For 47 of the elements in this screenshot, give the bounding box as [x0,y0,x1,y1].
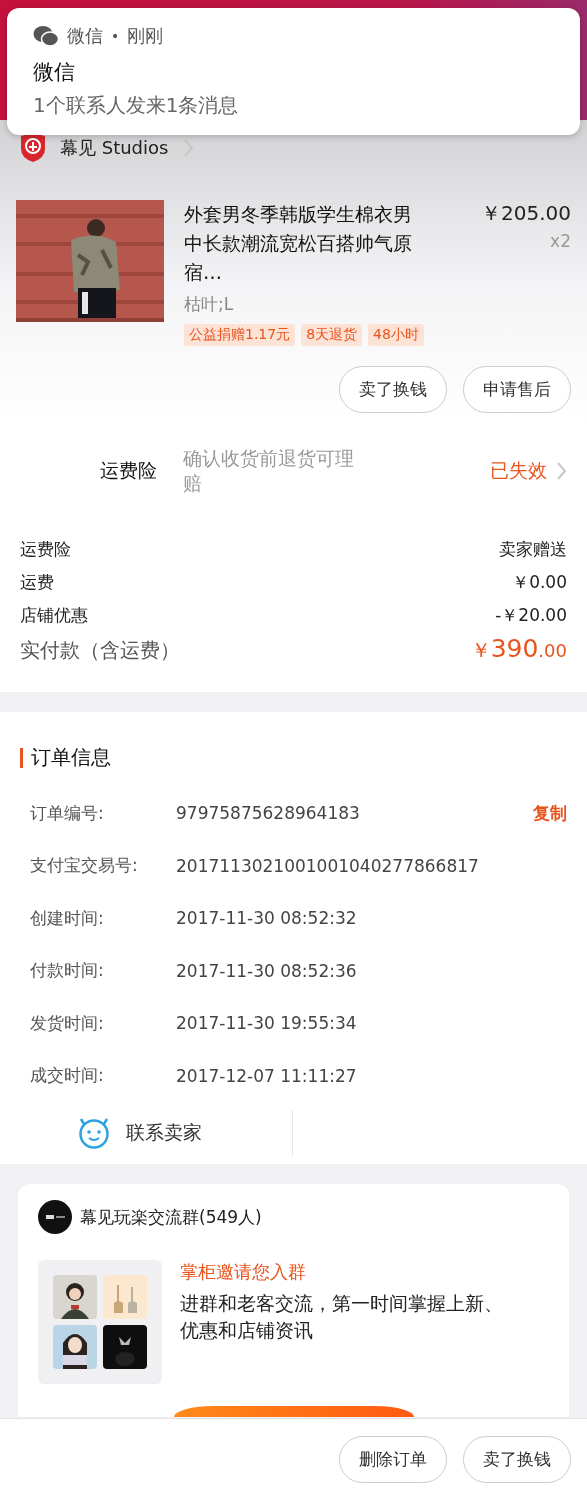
info-label: 订单编号: [30,801,105,825]
info-label: 成交时间: [30,1064,105,1088]
info-label: 付款时间: [30,959,105,983]
notification-time: 刚刚 [127,24,164,48]
fee-value: 卖家赠送 [499,538,567,561]
service-tag: 公益捐赠1.17元 [184,324,296,346]
info-label: 创建时间: [30,906,105,930]
action-button[interactable]: 删除订单 [339,1436,447,1483]
group-name[interactable]: 幕见玩楽交流群(549人) [80,1205,262,1229]
info-value: 2017-11-30 08:52:36 [176,960,357,981]
invite-description: 进群和老客交流，第一时间掌握上新、优惠和店铺资讯 [180,1291,504,1343]
fee-value: -￥20.00 [495,604,567,627]
service-tag: 48小时 [368,324,424,346]
separator-dot: • [111,28,120,44]
notification-app-name: 微信 [67,24,103,48]
info-value: 2017-12-07 11:11:27 [176,1065,357,1086]
insurance-label: 运费险 [100,458,158,483]
total-label: 实付款（含运费） [20,637,180,664]
insurance-description: 确认收货前退货可理赔 [183,446,355,496]
info-value: 2017-11-30 19:55:34 [176,1013,357,1034]
fee-label: 店铺优惠 [20,604,88,627]
insurance-status[interactable]: 已失效 [490,458,547,484]
info-label: 支付宝交易号: [30,854,139,878]
section-title: 订单信息 [31,744,111,771]
notification-message: 1个联系人发来1条消息 [33,92,240,119]
fee-label: 运费 [20,571,54,594]
action-button[interactable]: 卖了换钱 [339,366,447,413]
notification-title: 微信 [33,59,76,86]
shop-name[interactable]: 幕见 Studios [60,136,169,160]
product-price: ￥205.00 [481,200,571,227]
action-button[interactable]: 卖了换钱 [463,1436,571,1483]
info-value: 97975875628964183 [176,803,360,824]
info-value: 2017113021001001040277866817 [176,855,479,876]
notification-card[interactable]: 微信 • 刚刚 微信 1个联系人发来1条消息 [7,8,580,135]
copy-link[interactable]: 复制 [533,801,567,825]
contact-seller-button[interactable]: 联系卖家 [20,1117,292,1149]
action-button[interactable]: 申请售后 [463,366,571,413]
fee-label: 运费险 [20,538,71,561]
total-amount: ￥390.00 [470,634,567,664]
info-label: 发货时间: [30,1011,105,1035]
product-quantity: x2 [549,231,571,251]
service-tag: 8天退货 [301,324,363,346]
product-title[interactable]: 外套男冬季韩版学生棉衣男中长款潮流宽松百搭帅气原宿… [184,200,424,287]
invite-title: 掌柜邀请您入群 [180,1260,307,1284]
product-variant: 枯叶;L [184,293,235,316]
info-value: 2017-11-30 08:52:32 [176,908,357,929]
fee-value: ￥0.00 [512,571,567,594]
